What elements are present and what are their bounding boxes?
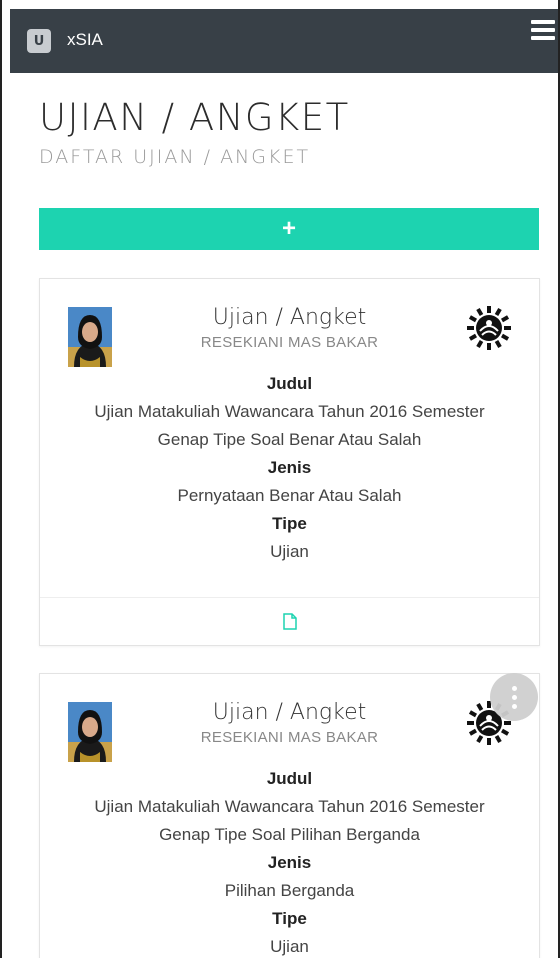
tipe-value: Ujian (270, 937, 309, 956)
app-logo-icon[interactable]: U (27, 29, 51, 53)
app-frame: U xSIA UJIAN / ANGKET DAFTAR UJIAN / ANG… (0, 0, 560, 958)
judul-label: Judul (266, 374, 313, 393)
more-vertical-icon[interactable] (490, 673, 538, 721)
jenis-value: Pilihan Berganda (224, 881, 355, 900)
tipe-label: Tipe (272, 909, 307, 928)
document-icon[interactable] (282, 613, 297, 630)
card-body: Judul Ujian Matakuliah Wawancara Tahun 2… (40, 765, 539, 958)
card-title: Ujian / Angket (212, 305, 367, 330)
judul-value: Ujian Matakuliah Wawancara Tahun 2016 Se… (94, 797, 485, 844)
judul-label: Judul (266, 769, 313, 788)
card-body: Judul Ujian Matakuliah Wawancara Tahun 2… (40, 370, 539, 566)
navbar: U xSIA (10, 9, 558, 73)
tipe-value: Ujian (270, 542, 309, 561)
jenis-value: Pernyataan Benar Atau Salah (177, 486, 402, 505)
add-button[interactable]: + (39, 208, 539, 250)
card-footer (40, 597, 539, 645)
jenis-label: Jenis (267, 853, 312, 872)
logo-letter: U (33, 33, 45, 49)
judul-value: Ujian Matakuliah Wawancara Tahun 2016 Se… (94, 402, 485, 449)
exam-card[interactable]: Ujian / Angket RESEKIANI MAS BAKAR Judul… (39, 673, 540, 958)
card-title: Ujian / Angket (212, 700, 367, 725)
exam-card[interactable]: Ujian / Angket RESEKIANI MAS BAKAR Judul… (39, 278, 540, 646)
card-owner: RESEKIANI MAS BAKAR (200, 334, 379, 351)
tipe-label: Tipe (272, 514, 307, 533)
brand-name[interactable]: xSIA (67, 30, 103, 50)
hamburger-icon[interactable] (531, 20, 555, 40)
card-owner: RESEKIANI MAS BAKAR (200, 729, 379, 746)
page-subtitle: DAFTAR UJIAN / ANGKET (39, 146, 311, 168)
page-title: UJIAN / ANGKET (39, 96, 350, 139)
jenis-label: Jenis (267, 458, 312, 477)
